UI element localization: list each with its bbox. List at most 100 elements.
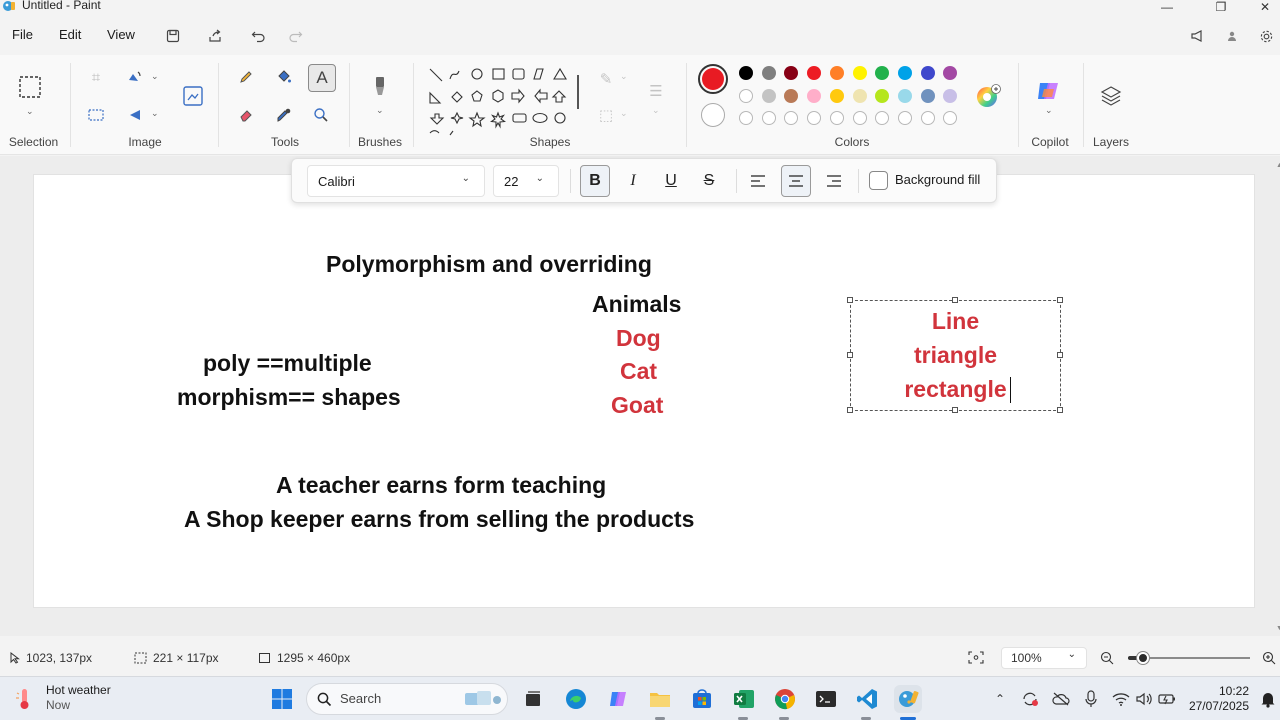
taskbar-search-box[interactable]: Search bbox=[306, 683, 508, 715]
copilot-icon[interactable] bbox=[1036, 79, 1062, 106]
zoom-out-icon[interactable] bbox=[1100, 651, 1114, 665]
flip-dropdown-chevron-icon[interactable]: ⌄ bbox=[151, 108, 159, 119]
shapes-scrollbar[interactable] bbox=[577, 75, 579, 109]
resize-handle[interactable] bbox=[847, 407, 853, 413]
palette-color-swatch[interactable] bbox=[829, 88, 844, 103]
palette-color-swatch[interactable] bbox=[875, 88, 890, 103]
resize-image-icon[interactable] bbox=[180, 83, 206, 109]
menu-view[interactable]: View bbox=[107, 27, 135, 42]
align-left-button[interactable] bbox=[743, 165, 773, 197]
outline-dropdown-chevron-icon[interactable]: ⌄ bbox=[620, 71, 628, 82]
color-picker-icon[interactable] bbox=[272, 103, 296, 127]
italic-button[interactable]: I bbox=[618, 165, 648, 197]
copilot-dropdown-chevron-icon[interactable]: ⌄ bbox=[1045, 105, 1053, 116]
custom-color-slot[interactable] bbox=[739, 111, 753, 125]
line-size-dropdown-chevron-icon[interactable]: ⌄ bbox=[652, 105, 660, 116]
layers-icon[interactable] bbox=[1100, 85, 1122, 110]
palette-color-swatch[interactable] bbox=[943, 88, 958, 103]
custom-color-slot[interactable] bbox=[761, 111, 776, 125]
menu-file[interactable]: File bbox=[12, 27, 33, 42]
zoom-in-icon[interactable] bbox=[1262, 651, 1276, 665]
terminal-icon[interactable] bbox=[812, 685, 840, 713]
maximize-button[interactable]: ❐ bbox=[1198, 0, 1244, 14]
align-right-button[interactable] bbox=[819, 165, 849, 197]
vscode-icon[interactable] bbox=[853, 685, 881, 713]
resize-handle[interactable] bbox=[1057, 352, 1063, 358]
minimize-button[interactable]: — bbox=[1144, 0, 1190, 14]
fit-to-window-icon[interactable] bbox=[968, 651, 984, 664]
palette-color-swatch[interactable] bbox=[761, 88, 776, 103]
save-icon[interactable] bbox=[162, 25, 184, 47]
microsoft-store-icon[interactable] bbox=[688, 685, 716, 713]
show-hidden-icons-chevron-icon[interactable]: ⌃ bbox=[986, 685, 1014, 713]
redo-icon[interactable] bbox=[284, 25, 306, 47]
file-explorer-icon[interactable] bbox=[646, 685, 674, 713]
palette-color-swatch[interactable] bbox=[852, 66, 867, 80]
microphone-icon[interactable] bbox=[1077, 685, 1105, 713]
background-fill-checkbox[interactable] bbox=[869, 171, 888, 190]
palette-color-swatch[interactable] bbox=[807, 88, 822, 103]
chrome-icon[interactable] bbox=[771, 685, 799, 713]
fill-bucket-icon[interactable] bbox=[272, 65, 296, 89]
share-icon[interactable] bbox=[204, 25, 226, 47]
flip-icon[interactable] bbox=[122, 103, 146, 127]
palette-color-swatch[interactable] bbox=[943, 66, 958, 80]
palette-color-swatch[interactable] bbox=[739, 66, 753, 80]
copilot-taskbar-icon[interactable] bbox=[605, 685, 633, 713]
custom-color-slot[interactable] bbox=[784, 111, 799, 125]
battery-icon[interactable] bbox=[1153, 685, 1181, 713]
primary-color-swatch[interactable] bbox=[698, 64, 728, 94]
secondary-color-swatch[interactable] bbox=[701, 103, 725, 127]
strikethrough-button[interactable]: S bbox=[694, 165, 724, 197]
clock-date[interactable]: 27/07/2025 bbox=[1183, 699, 1249, 713]
pencil-icon[interactable] bbox=[234, 65, 258, 89]
line-size-icon[interactable]: ☰ bbox=[644, 79, 668, 103]
palette-color-swatch[interactable] bbox=[920, 88, 935, 103]
palette-color-swatch[interactable] bbox=[920, 66, 935, 80]
resize-handle[interactable] bbox=[952, 407, 958, 413]
custom-color-slot[interactable] bbox=[852, 111, 867, 125]
account-icon[interactable] bbox=[1221, 25, 1243, 47]
onedrive-offline-icon[interactable] bbox=[1047, 685, 1075, 713]
bold-button[interactable]: B bbox=[580, 165, 610, 197]
zoom-slider-thumb[interactable] bbox=[1136, 652, 1149, 664]
weather-thermometer-icon[interactable] bbox=[14, 687, 34, 714]
align-center-button[interactable] bbox=[781, 165, 811, 197]
edge-browser-icon[interactable] bbox=[562, 685, 590, 713]
sync-icon[interactable] bbox=[1016, 685, 1044, 713]
palette-color-swatch[interactable] bbox=[784, 66, 799, 80]
rectangle-select-icon[interactable] bbox=[18, 75, 42, 102]
custom-color-slot[interactable] bbox=[807, 111, 822, 125]
text-selection-box[interactable]: Line triangle rectangle bbox=[847, 297, 1063, 413]
eraser-icon[interactable] bbox=[234, 103, 258, 127]
font-size-dropdown[interactable]: 22 ⌄ bbox=[493, 165, 559, 197]
fill-dropdown-chevron-icon[interactable]: ⌄ bbox=[620, 108, 628, 119]
underline-button[interactable]: U bbox=[656, 165, 686, 197]
vertical-scrollbar[interactable]: ▲ ▼ bbox=[1276, 162, 1280, 632]
rotate-icon[interactable] bbox=[122, 65, 146, 89]
resize-handle[interactable] bbox=[952, 297, 958, 303]
windows-start-icon[interactable] bbox=[268, 685, 296, 713]
resize-handle[interactable] bbox=[1057, 297, 1063, 303]
palette-color-swatch[interactable] bbox=[897, 66, 912, 80]
resize-handle[interactable] bbox=[1057, 407, 1063, 413]
weather-title[interactable]: Hot weather bbox=[46, 683, 111, 697]
menu-edit[interactable]: Edit bbox=[59, 27, 81, 42]
custom-color-slot[interactable] bbox=[829, 111, 844, 125]
clock-time[interactable]: 10:22 bbox=[1189, 684, 1249, 698]
custom-color-slot[interactable] bbox=[897, 111, 912, 125]
brush-icon[interactable] bbox=[368, 75, 392, 99]
font-family-dropdown[interactable]: Calibri ⌄ bbox=[307, 165, 485, 197]
close-button[interactable]: ✕ bbox=[1242, 0, 1280, 14]
resize-handle[interactable] bbox=[847, 352, 853, 358]
palette-color-swatch[interactable] bbox=[829, 66, 844, 80]
palette-color-swatch[interactable] bbox=[897, 88, 912, 103]
shape-outline-icon[interactable]: ✎ bbox=[594, 67, 618, 91]
remove-background-icon[interactable] bbox=[84, 103, 108, 127]
task-view-icon[interactable] bbox=[519, 685, 547, 713]
zoom-dropdown[interactable]: 100% ⌄ bbox=[1001, 647, 1087, 669]
palette-color-swatch[interactable] bbox=[875, 66, 890, 80]
magnifier-icon[interactable] bbox=[309, 103, 333, 127]
drawing-canvas[interactable]: Polymorphism and overriding poly ==multi… bbox=[33, 174, 1255, 608]
notifications-icon[interactable] bbox=[1187, 25, 1209, 47]
